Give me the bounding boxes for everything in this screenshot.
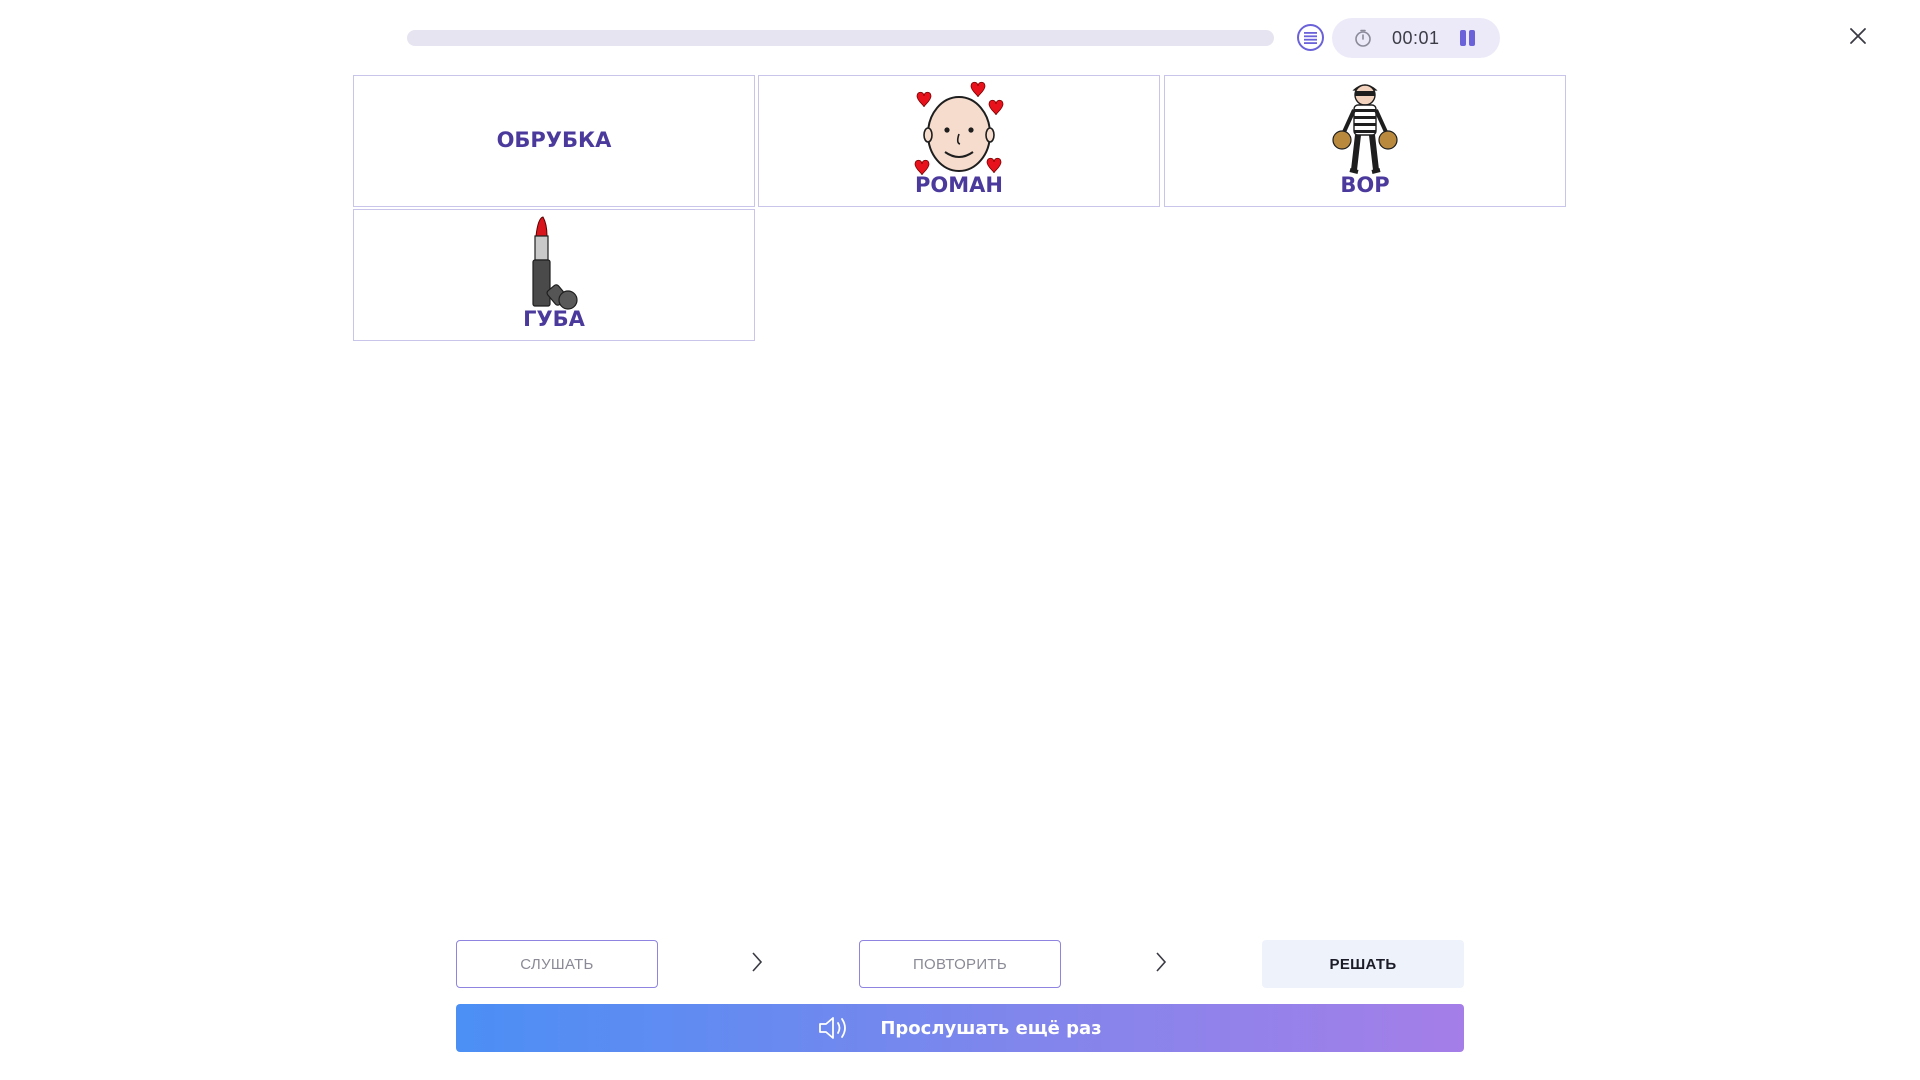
speaker-icon (819, 1017, 847, 1039)
card-vor[interactable]: ВОР (1164, 75, 1566, 207)
chevron-right-icon (752, 952, 763, 972)
face-with-hearts-image (914, 81, 1004, 176)
card-label: ВОР (1340, 173, 1390, 197)
progress-bar (407, 30, 1274, 46)
repeat-step-button[interactable]: ПОВТОРИТЬ (859, 940, 1061, 988)
card-label: ОБРУБКА (496, 128, 612, 152)
timer: 00:01 (1332, 18, 1500, 58)
list-icon (1304, 31, 1317, 44)
pause-icon (1460, 30, 1466, 46)
thief-image (1332, 84, 1398, 174)
play-again-button[interactable]: Прослушать ещё раз (456, 1004, 1464, 1052)
close-icon[interactable] (1846, 24, 1870, 48)
list-button[interactable] (1297, 24, 1324, 51)
pause-button[interactable] (1458, 30, 1478, 48)
lipstick-image (532, 216, 578, 310)
card-obrubka[interactable]: ОБРУБКА (353, 75, 755, 207)
card-guba[interactable]: ГУБА (353, 209, 755, 341)
listen-step-button[interactable]: СЛУШАТЬ (456, 940, 658, 988)
play-again-label: Прослушать ещё раз (880, 1017, 1102, 1039)
card-label: ГУБА (523, 307, 585, 331)
card-label: РОМАН (915, 173, 1003, 197)
stopwatch-icon (1355, 29, 1371, 47)
solve-step-button[interactable]: РЕШАТЬ (1262, 940, 1464, 988)
card-roman[interactable]: РОМАН (758, 75, 1160, 207)
chevron-right-icon (1156, 952, 1167, 972)
timer-value: 00:01 (1392, 28, 1440, 48)
